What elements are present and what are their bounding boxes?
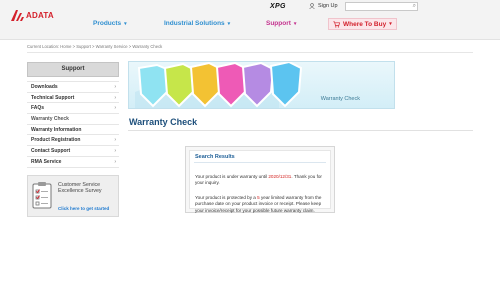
nav-where-label: Where To Buy	[343, 20, 387, 28]
xpg-link[interactable]: XPG	[270, 3, 286, 10]
sidebar-item-label: Warranty Check	[31, 116, 69, 123]
sidebar-item-rma-service[interactable]: RMA Service ›	[27, 157, 119, 168]
sidebar: Support Downloads › Technical Support › …	[27, 62, 119, 168]
sidebar-title: Support	[27, 62, 119, 77]
chevron-right-icon: ›	[114, 105, 116, 112]
search-icon[interactable]: ⌕	[413, 3, 416, 10]
search-results-heading: Search Results	[195, 154, 235, 160]
status-text-start: Your product is under warranty until	[195, 174, 269, 179]
sidebar-item-label: FAQs	[31, 105, 45, 112]
chevron-right-icon: ›	[114, 94, 116, 101]
chevron-down-icon: ▾	[227, 20, 231, 27]
divider	[27, 52, 473, 53]
search-results-panel: Search Results Your product is under war…	[185, 146, 335, 213]
page-title: Warranty Check	[129, 117, 198, 127]
chevron-right-icon: ›	[114, 84, 116, 90]
sidebar-item-label: Downloads	[31, 84, 58, 90]
heading-divider	[194, 162, 326, 163]
sidebar-item-warranty-information[interactable]: Warranty Information	[27, 125, 119, 136]
search-box: ⌕	[345, 2, 418, 19]
survey-title: Customer Service Excellence Survey	[58, 182, 102, 195]
sidebar-item-label: Contact Support	[31, 148, 71, 155]
sidebar-item-product-registration[interactable]: Product Registration ›	[27, 135, 119, 147]
nav-support-label: Support	[266, 20, 291, 27]
sign-up-link[interactable]: Sign Up	[309, 3, 338, 9]
sign-up-label: Sign Up	[318, 3, 338, 9]
nav-where-to-buy[interactable]: Where To Buy ▾	[328, 18, 397, 30]
sidebar-item-technical-support[interactable]: Technical Support ›	[27, 93, 119, 104]
sidebar-list: Downloads › Technical Support › FAQs › W…	[27, 81, 119, 168]
cart-icon	[333, 20, 340, 27]
coverage-text-start: Your product is protected by a	[195, 195, 258, 200]
nav-industrial-solutions[interactable]: Industrial Solutions ▾	[164, 20, 230, 27]
warranty-end-date: 2020/12/31	[268, 174, 292, 179]
sidebar-item-downloads[interactable]: Downloads ›	[27, 82, 119, 93]
warranty-banner: Warranty Check	[128, 61, 395, 109]
header-bar: ADATA XPG Sign Up ⌕ Products ▾ Industria…	[0, 0, 500, 40]
page: ADATA XPG Sign Up ⌕ Products ▾ Industria…	[0, 0, 500, 308]
chevron-down-icon: ▾	[124, 20, 127, 27]
survey-card[interactable]: Customer Service Excellence Survey Click…	[27, 175, 119, 217]
clipboard-checklist-icon	[32, 182, 52, 209]
chevron-right-icon: ›	[114, 158, 116, 165]
main-nav: Products ▾ Industrial Solutions ▾ Suppor…	[0, 18, 500, 34]
banner-title: Warranty Check	[320, 96, 360, 102]
user-icon	[309, 3, 315, 9]
title-divider	[128, 130, 473, 131]
sidebar-item-label: Technical Support	[31, 94, 75, 101]
sidebar-item-label: RMA Service	[31, 158, 62, 165]
sidebar-item-contact-support[interactable]: Contact Support ›	[27, 146, 119, 157]
search-results-inner: Search Results Your product is under war…	[189, 150, 331, 213]
survey-link[interactable]: Click here to get started	[58, 206, 109, 211]
nav-support[interactable]: Support ▾	[266, 20, 296, 27]
chevron-right-icon: ›	[114, 148, 116, 155]
chevron-down-icon: ▾	[293, 20, 297, 27]
warranty-coverage-text: Your product is protected by a 5 year li…	[195, 195, 327, 214]
sidebar-item-label: Warranty Information	[31, 126, 82, 133]
nav-industrial-label: Industrial Solutions	[164, 20, 225, 27]
sidebar-item-warranty-check[interactable]: Warranty Check	[27, 114, 119, 125]
chevron-down-icon: ▾	[389, 21, 392, 27]
nav-products[interactable]: Products ▾	[93, 20, 127, 27]
nav-products-label: Products	[93, 20, 122, 27]
sidebar-item-label: Product Registration	[31, 137, 81, 144]
breadcrumb: Current Location: Home > Support > Warra…	[27, 44, 163, 49]
warranty-status-text: Your product is under warranty until 202…	[195, 174, 327, 187]
chevron-right-icon: ›	[114, 137, 116, 144]
sidebar-item-faqs[interactable]: FAQs ›	[27, 103, 119, 115]
